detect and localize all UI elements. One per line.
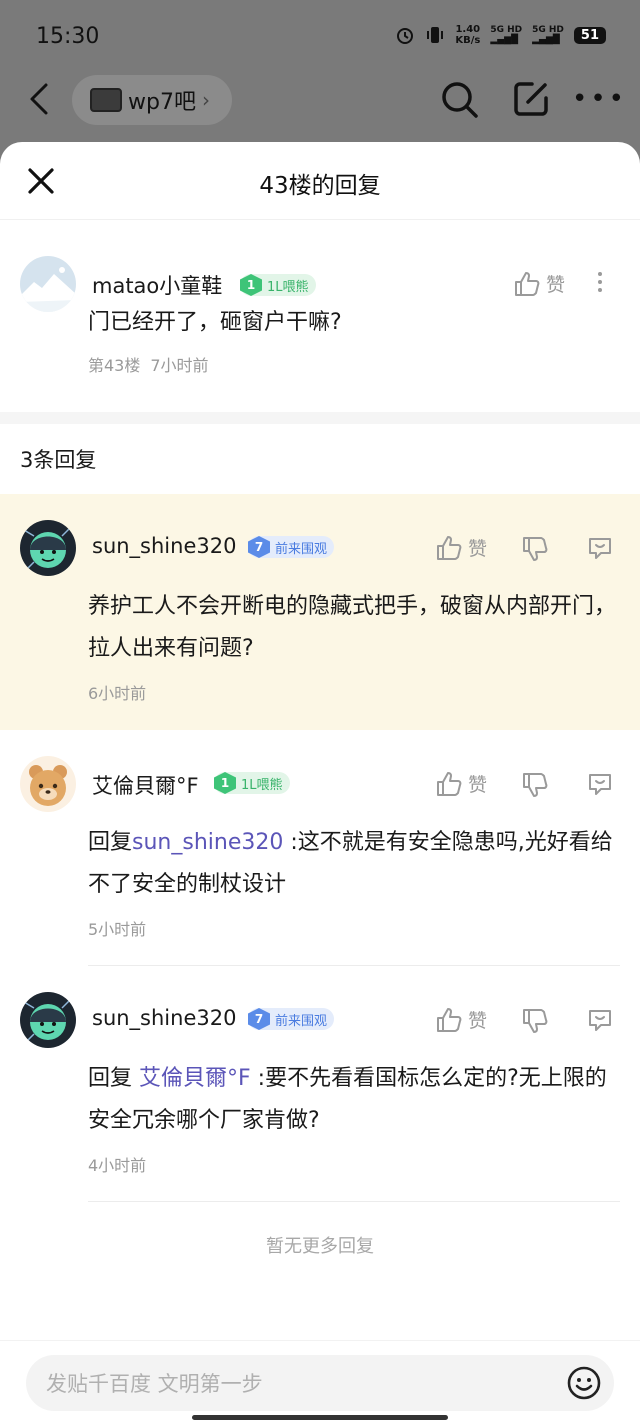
edit-icon[interactable] bbox=[512, 80, 550, 118]
reply-time: 6小时前 bbox=[88, 684, 147, 703]
reply-prefix: 回复 bbox=[88, 830, 133, 855]
status-icons: 1.40 KB/s 5G HD ▂▄▆█ 5G HD ▂▄▆█ 51 bbox=[395, 24, 606, 46]
sheet-title: 43楼的回复 bbox=[259, 173, 381, 199]
like-button[interactable]: 赞 bbox=[514, 270, 565, 297]
more-vertical-icon[interactable] bbox=[596, 268, 604, 296]
reply-input[interactable]: 发贴千百度 文明第一步 bbox=[26, 1355, 614, 1411]
replies-sheet: 43楼的回复 matao小童鞋 1 1L喂熊 赞 门已经开了，砸窗户干嘛? 第43… bbox=[0, 142, 640, 1422]
signal-1: 5G HD ▂▄▆█ bbox=[490, 25, 523, 45]
reply-prefix: 回复 bbox=[88, 1066, 133, 1091]
vibrate-icon bbox=[427, 27, 444, 43]
username[interactable]: 艾倫貝爾°F bbox=[92, 770, 199, 800]
thumbs-up-icon bbox=[437, 535, 462, 560]
no-more-replies: 暂无更多回复 bbox=[266, 1236, 374, 1257]
like-button[interactable]: 赞 bbox=[436, 770, 487, 797]
sheet-header: 43楼的回复 bbox=[0, 142, 640, 220]
reply-item: sun_shine320 7 前来围观 赞 回复 艾倫貝爾°F :要不先看看国标怎… bbox=[0, 966, 640, 1202]
status-bar: 15:30 1.40 KB/s 5G HD ▂▄▆█ 5G HD ▂▄▆█ 51 bbox=[0, 0, 640, 72]
reply-item: sun_shine320 7 前来围观 赞 养护工人不会开断电的隐藏式把手，破窗从… bbox=[0, 494, 640, 730]
avatar[interactable] bbox=[20, 756, 76, 812]
floor-number: 第43楼 bbox=[88, 356, 141, 375]
input-placeholder: 发贴千百度 文明第一步 bbox=[46, 1372, 263, 1396]
forum-thumbnail bbox=[90, 88, 122, 112]
thumbs-up-icon bbox=[515, 271, 540, 296]
signal-2: 5G HD ▂▄▆█ bbox=[532, 25, 564, 45]
net-speed: 1.40 KB/s bbox=[455, 24, 481, 46]
thumbs-up-icon bbox=[437, 1007, 462, 1032]
post-time: 7小时前 bbox=[150, 356, 209, 375]
avatar[interactable] bbox=[20, 992, 76, 1048]
reply-bubble-icon[interactable] bbox=[586, 534, 614, 562]
mention-link[interactable]: sun_shine320 bbox=[132, 830, 283, 855]
status-time: 15:30 bbox=[36, 24, 100, 49]
level-badge: 7 前来围观 bbox=[248, 536, 335, 558]
alarm-icon bbox=[397, 28, 414, 44]
post-content: 门已经开了，砸窗户干嘛? bbox=[88, 310, 342, 335]
like-button[interactable]: 赞 bbox=[436, 534, 487, 561]
thumbs-up-icon bbox=[437, 771, 462, 796]
avatar[interactable] bbox=[20, 520, 76, 576]
avatar[interactable] bbox=[20, 256, 76, 312]
section-separator bbox=[0, 412, 640, 424]
level-badge: 1 1L喂熊 bbox=[214, 772, 290, 794]
reply-bubble-icon[interactable] bbox=[586, 1006, 614, 1034]
mention-link[interactable]: 艾倫貝爾°F bbox=[132, 1066, 251, 1091]
level-badge: 7 前来围观 bbox=[248, 1008, 335, 1030]
emoji-icon[interactable] bbox=[566, 1365, 602, 1401]
reply-content: 回复 艾倫貝爾°F :要不先看看国标怎么定的?无上限的安全冗余哪个厂家肯做? bbox=[88, 1058, 620, 1142]
reply-content: 回复sun_shine320 :这不就是有安全隐患吗,光好看给不了安全的制杖设计 bbox=[88, 822, 620, 906]
forum-pill[interactable]: wp7吧 › bbox=[72, 75, 232, 125]
chevron-left-icon[interactable] bbox=[26, 82, 52, 116]
more-icon[interactable]: ••• bbox=[572, 86, 627, 112]
divider bbox=[88, 1201, 620, 1202]
reply-item: 艾倫貝爾°F 1 1L喂熊 赞 回复sun_shine320 :这不就是有安全隐患… bbox=[0, 730, 640, 966]
replies-count: 3条回复 bbox=[20, 448, 97, 472]
battery-indicator: 51 bbox=[573, 26, 606, 44]
search-icon[interactable] bbox=[440, 80, 480, 120]
reply-time: 5小时前 bbox=[88, 920, 147, 939]
level-badge: 1 1L喂熊 bbox=[240, 274, 316, 296]
username[interactable]: sun_shine320 bbox=[92, 1006, 236, 1030]
home-indicator bbox=[192, 1415, 448, 1420]
forum-name: wp7吧 bbox=[128, 90, 196, 115]
bottom-input-bar: 发贴千百度 文明第一步 bbox=[0, 1340, 640, 1422]
thumbs-down-icon[interactable] bbox=[522, 536, 548, 562]
main-post: matao小童鞋 1 1L喂熊 赞 门已经开了，砸窗户干嘛? 第43楼 7小时前 bbox=[0, 220, 640, 412]
thumbs-down-icon[interactable] bbox=[522, 772, 548, 798]
reply-time: 4小时前 bbox=[88, 1156, 147, 1175]
username[interactable]: matao小童鞋 bbox=[92, 270, 222, 300]
thumbs-down-icon[interactable] bbox=[522, 1008, 548, 1034]
chevron-right-icon: › bbox=[201, 88, 210, 112]
like-button[interactable]: 赞 bbox=[436, 1006, 487, 1033]
reply-content: 养护工人不会开断电的隐藏式把手，破窗从内部开门，拉人出来有问题? bbox=[88, 594, 617, 661]
background-nav: wp7吧 › ••• bbox=[0, 72, 640, 128]
username[interactable]: sun_shine320 bbox=[92, 534, 236, 558]
reply-bubble-icon[interactable] bbox=[586, 770, 614, 798]
post-meta: 第43楼 7小时前 bbox=[88, 352, 209, 376]
